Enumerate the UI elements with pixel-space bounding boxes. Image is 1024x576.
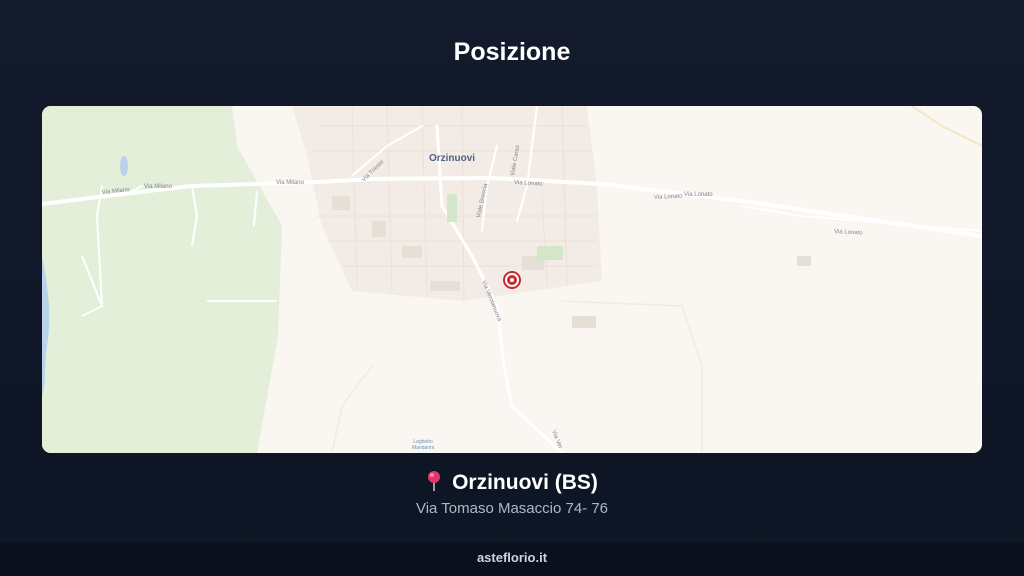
location-address: Via Tomaso Masaccio 74- 76	[415, 500, 609, 517]
map-canvas[interactable]: Orzinuovi Via Milano Via Milano Via Mila…	[42, 106, 982, 453]
location-title: Orzinuovi (BS)	[0, 470, 1024, 498]
footer: asteflorio.it	[0, 543, 1024, 576]
location-city: Orzinuovi (BS)	[452, 471, 598, 494]
location-marker-icon[interactable]	[503, 271, 521, 289]
poi-label: Mandarini	[412, 445, 434, 451]
street-label: Via Milano	[144, 184, 173, 190]
town-label: Orzinuovi	[429, 153, 475, 164]
pond	[120, 156, 128, 176]
map-view[interactable]: Orzinuovi Via Milano Via Milano Via Mila…	[42, 106, 982, 453]
street-label: Via Lonato	[684, 192, 713, 198]
street-label: Via Milano	[276, 180, 305, 186]
map-pin-icon	[426, 470, 442, 498]
small-park	[447, 194, 457, 222]
page-title: Posizione	[453, 38, 571, 66]
footer-site-link[interactable]: asteflorio.it	[477, 550, 547, 565]
small-park	[537, 246, 563, 260]
